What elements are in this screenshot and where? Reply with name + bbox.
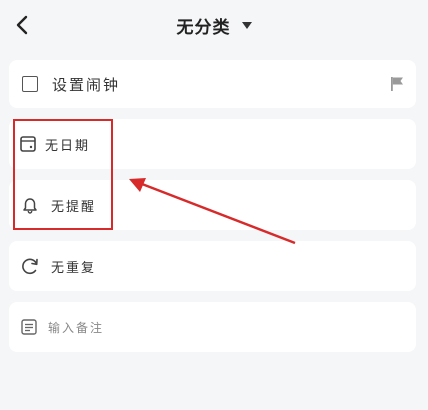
bell-icon <box>23 198 37 214</box>
caret-down-icon <box>241 22 252 29</box>
reminder-card[interactable]: 无提醒 <box>9 180 416 230</box>
reminder-label: 无提醒 <box>51 199 97 215</box>
category-title: 无分类 <box>176 18 231 38</box>
note-icon <box>21 319 37 335</box>
task-title[interactable]: 设置闹钟 <box>52 74 120 95</box>
task-card: 设置闹钟 <box>9 60 416 108</box>
note-input-placeholder[interactable]: 输入备注 <box>48 319 104 336</box>
note-card[interactable]: 输入备注 <box>9 302 416 352</box>
task-checkbox[interactable] <box>22 76 38 92</box>
calendar-icon <box>20 136 36 152</box>
category-selector[interactable]: 无分类 <box>0 13 428 38</box>
top-bar: 无分类 <box>0 0 428 50</box>
date-label: 无日期 <box>45 138 91 154</box>
repeat-card[interactable]: 无重复 <box>9 241 416 291</box>
date-card[interactable]: 无日期 <box>9 119 416 169</box>
repeat-label: 无重复 <box>51 260 97 276</box>
repeat-icon <box>22 258 38 275</box>
flag-icon[interactable] <box>390 76 404 92</box>
